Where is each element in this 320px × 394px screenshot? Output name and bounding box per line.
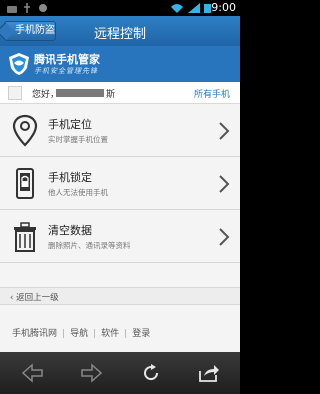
chevron-right-icon xyxy=(219,228,230,246)
user-bar: 您好， 斯 所有手机 xyxy=(0,82,240,104)
main-content: 您好， 斯 所有手机 手机定位 实时掌握手机位置 手机锁定 他人无法使用手机 清… xyxy=(0,82,240,352)
greeting-label: 您好， xyxy=(32,90,60,100)
feature-desc: 实时掌握手机位置 xyxy=(48,135,108,144)
chevron-right-icon xyxy=(219,122,230,140)
back-arrow-icon[interactable] xyxy=(22,363,44,383)
masked-username xyxy=(56,89,104,97)
footer-link[interactable]: 导航 xyxy=(70,326,88,339)
brand-slogan: 手机安全管理先锋 xyxy=(34,67,98,75)
signal-icon xyxy=(188,3,200,13)
feature-locate-phone[interactable]: 手机定位 实时掌握手机位置 xyxy=(0,105,240,157)
chevron-right-icon xyxy=(219,175,230,193)
browser-nav-bar xyxy=(0,352,240,394)
title-bar: 手机防盗 远程控制 xyxy=(0,16,240,46)
brand-banner: 腾讯手机管家 手机安全管理先锋 xyxy=(0,46,240,82)
phone-lock-icon xyxy=(16,168,34,199)
brand-title: 腾讯手机管家 xyxy=(34,53,100,66)
feature-desc: 删除照片、通讯录等资料 xyxy=(48,241,131,250)
footer-link[interactable]: 软件 xyxy=(101,326,119,339)
notification-icon xyxy=(39,4,47,12)
refresh-icon[interactable] xyxy=(140,363,162,383)
share-icon[interactable] xyxy=(198,363,220,383)
wifi-icon xyxy=(171,4,183,13)
footer-links: 手机腾讯网 | 导航 | 软件 | 登录 xyxy=(0,326,240,342)
trash-icon xyxy=(14,222,36,252)
android-icon xyxy=(7,6,17,13)
avatar xyxy=(8,86,22,100)
battery-icon xyxy=(204,4,211,13)
feature-title: 手机锁定 xyxy=(48,171,92,184)
location-pin-icon xyxy=(12,114,38,147)
feature-title: 清空数据 xyxy=(48,224,92,237)
feature-lock-phone[interactable]: 手机锁定 他人无法使用手机 xyxy=(0,158,240,210)
footer-link[interactable]: 手机腾讯网 xyxy=(12,326,57,339)
back-to-parent-link[interactable]: ‹ 返回上一级 xyxy=(0,287,240,305)
forward-arrow-icon[interactable] xyxy=(80,363,102,383)
tencent-manager-logo-icon xyxy=(9,53,29,75)
page-title: 远程控制 xyxy=(93,27,146,42)
footer-link[interactable]: 登录 xyxy=(132,326,150,339)
username-tail: 斯 xyxy=(106,90,116,100)
back-label: 返回上一级 xyxy=(16,293,59,303)
feature-desc: 他人无法使用手机 xyxy=(48,188,108,197)
all-phones-link[interactable]: 所有手机 xyxy=(194,87,230,100)
status-bar: 9:00 xyxy=(0,0,240,16)
feature-title: 手机定位 xyxy=(48,118,92,131)
feature-wipe-data[interactable]: 清空数据 删除照片、通讯录等资料 xyxy=(0,211,240,263)
usb-icon xyxy=(24,3,30,13)
clock: 9:00 xyxy=(211,1,236,14)
